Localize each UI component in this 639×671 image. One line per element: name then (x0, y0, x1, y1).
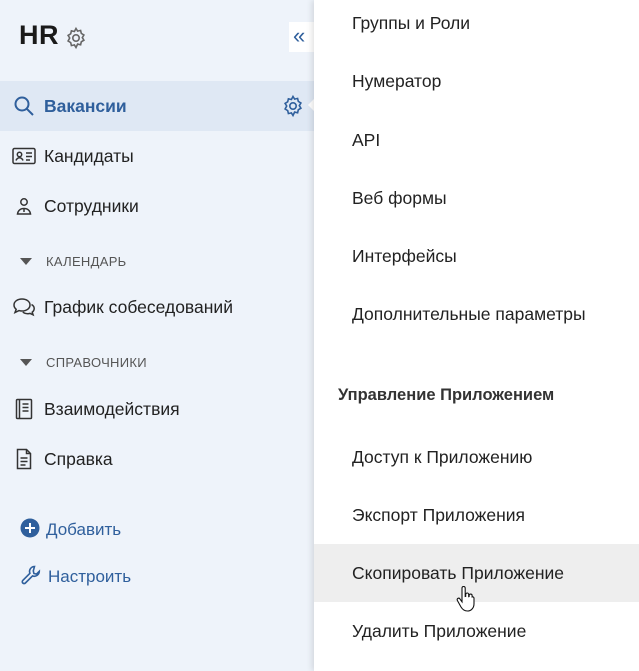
book-icon (12, 397, 36, 421)
sidebar-item-label: Справка (44, 448, 113, 469)
sidebar-item-employees[interactable]: Сотрудники (0, 181, 320, 231)
menu-item-interfaces[interactable]: Интерфейсы (314, 227, 639, 285)
caret-down-icon (20, 358, 32, 366)
sidebar-item-label: Взаимодействия (44, 398, 180, 419)
app-title: HR (19, 20, 59, 50)
menu-section-header-label: Управление Приложением (338, 385, 555, 404)
double-chevron-left-icon: « (293, 23, 306, 48)
chat-bubbles-icon (12, 295, 36, 319)
document-icon (12, 447, 36, 471)
menu-item-label: Дополнительные параметры (352, 303, 586, 324)
customize-button-label: Настроить (48, 567, 132, 586)
menu-item-label: Интерфейсы (352, 245, 457, 266)
add-button[interactable]: Добавить (20, 515, 121, 545)
search-icon (12, 94, 36, 118)
sidebar-item-interactions[interactable]: Взаимодействия (0, 384, 320, 434)
customize-button[interactable]: Настроить (20, 562, 131, 592)
vacancies-settings-gear-icon[interactable] (281, 94, 305, 118)
menu-item-additional-params[interactable]: Дополнительные параметры (314, 285, 639, 343)
menu-item-app-export[interactable]: Экспорт Приложения (314, 486, 639, 544)
sidebar-item-candidates[interactable]: Кандидаты (0, 131, 320, 181)
sidebar-item-interview-schedule[interactable]: График собеседований (0, 282, 320, 332)
sidebar-item-label: Вакансии (44, 95, 127, 116)
menu-item-label: Нумератор (352, 70, 442, 91)
sidebar-item-vacancies[interactable]: Вакансии (0, 81, 320, 131)
menu-item-label: Доступ к Приложению (352, 446, 533, 467)
menu-item-groups-roles[interactable]: Группы и Роли (314, 0, 639, 52)
section-calendar[interactable]: КАЛЕНДАРЬ (0, 246, 320, 276)
menu-item-app-access[interactable]: Доступ к Приложению (314, 428, 639, 486)
menu-item-label: Группы и Роли (352, 12, 471, 33)
menu-item-label: Экспорт Приложения (352, 504, 526, 525)
settings-dropdown-menu: Группы и Роли Нумератор API Веб формы Ин… (314, 0, 639, 671)
section-label: КАЛЕНДАРЬ (46, 253, 127, 269)
section-label: СПРАВОЧНИКИ (46, 354, 147, 370)
add-button-label: Добавить (46, 520, 122, 539)
menu-item-numerator[interactable]: Нумератор (314, 52, 639, 110)
menu-item-label: Удалить Приложение (352, 620, 527, 641)
menu-item-web-forms[interactable]: Веб формы (314, 169, 639, 227)
app-settings-gear-icon[interactable] (64, 26, 88, 50)
plus-circle-icon (20, 518, 40, 543)
menu-item-app-copy[interactable]: Скопировать Приложение (314, 544, 639, 602)
id-card-icon (12, 144, 36, 168)
menu-item-app-delete[interactable]: Удалить Приложение (314, 602, 639, 660)
sidebar-item-label: График собеседований (44, 296, 233, 317)
menu-item-label: Скопировать Приложение (352, 562, 565, 583)
section-directories[interactable]: СПРАВОЧНИКИ (0, 347, 320, 377)
menu-section-header: Управление Приложением (314, 380, 639, 410)
people-icon (12, 194, 36, 218)
sidebar-item-help[interactable]: Справка (0, 434, 320, 484)
sidebar-item-label: Сотрудники (44, 195, 139, 216)
wrench-icon (20, 564, 42, 591)
menu-item-label: Веб формы (352, 187, 447, 208)
menu-item-api[interactable]: API (314, 111, 639, 169)
menu-item-label: API (352, 129, 381, 150)
hand-pointer-cursor-icon (456, 585, 476, 617)
caret-down-icon (20, 257, 32, 265)
sidebar-item-label: Кандидаты (44, 145, 134, 166)
sidebar: HR « Вакансии Кандидаты Сотрудники КАЛЕН… (0, 0, 320, 671)
